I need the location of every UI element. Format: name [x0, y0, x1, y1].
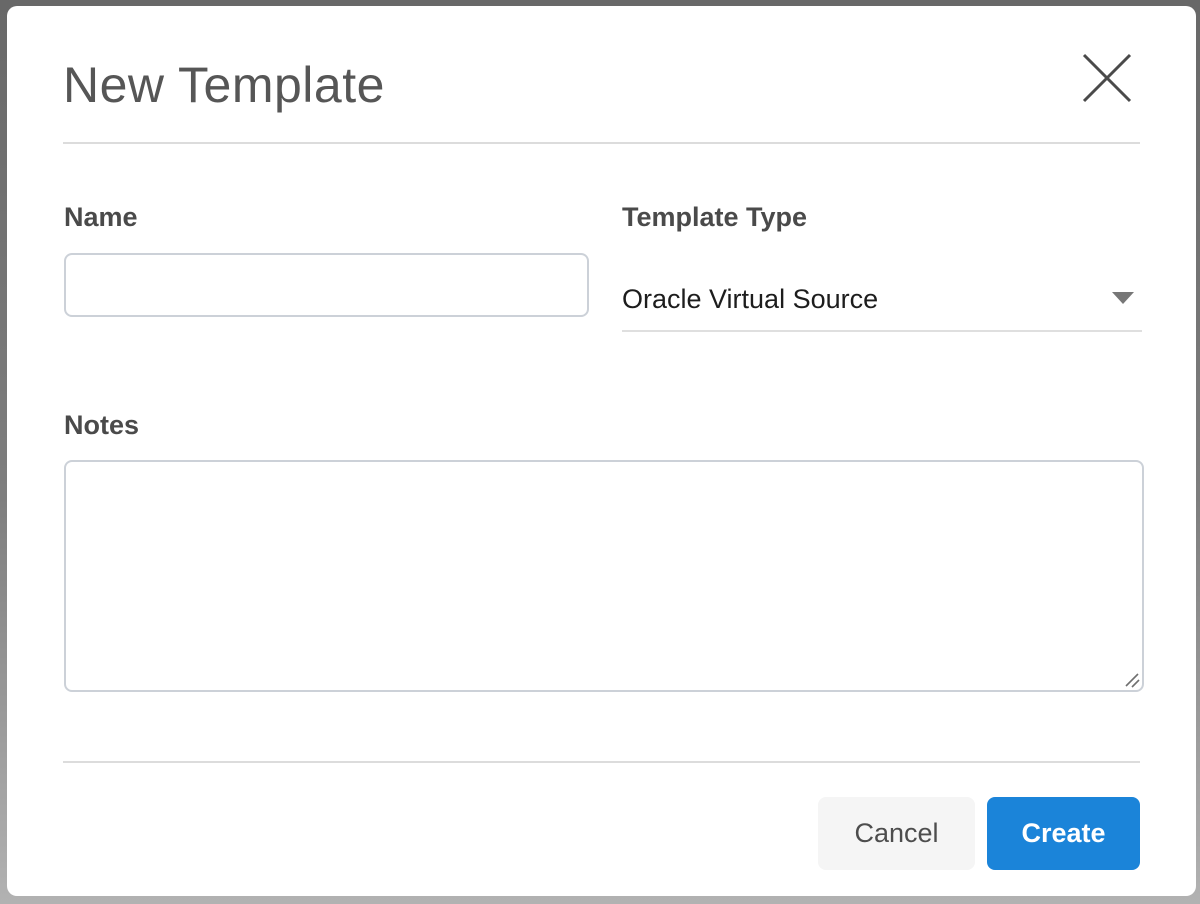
chevron-down-icon [1112, 292, 1134, 304]
template-type-label: Template Type [622, 202, 807, 233]
footer-divider [63, 761, 1140, 763]
notes-label: Notes [64, 410, 139, 441]
create-button[interactable]: Create [987, 797, 1140, 870]
notes-field-container [64, 460, 1144, 692]
header-divider [63, 142, 1140, 144]
template-type-underline [622, 330, 1142, 332]
name-label: Name [64, 202, 138, 233]
template-type-selected-value: Oracle Virtual Source [622, 284, 878, 315]
template-type-select[interactable]: Oracle Virtual Source [622, 268, 1142, 330]
dialog-title: New Template [63, 56, 385, 114]
close-icon [1082, 53, 1132, 103]
new-template-dialog: New Template Name Template Type Oracle V… [7, 6, 1196, 896]
name-input[interactable] [64, 253, 589, 317]
close-button[interactable] [1079, 50, 1135, 106]
cancel-button[interactable]: Cancel [818, 797, 975, 870]
notes-textarea[interactable] [64, 460, 1144, 692]
